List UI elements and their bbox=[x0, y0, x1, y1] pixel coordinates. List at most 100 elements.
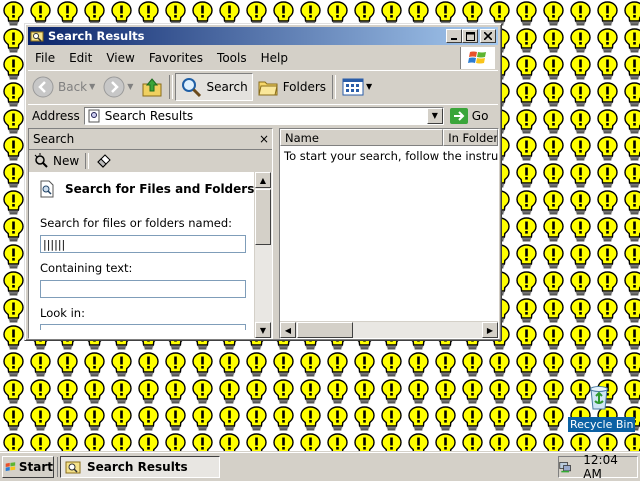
forward-button[interactable]: ▼ bbox=[99, 73, 137, 101]
search-label: Search bbox=[206, 79, 248, 94]
address-label: Address bbox=[32, 108, 80, 123]
start-label: Start bbox=[18, 460, 53, 474]
folders-label: Folders bbox=[282, 79, 327, 94]
named-label: Search for files or folders named: bbox=[40, 216, 233, 230]
minimize-button[interactable] bbox=[446, 29, 462, 43]
search-button[interactable]: Search bbox=[175, 72, 253, 101]
containing-text-label: Containing text: bbox=[40, 261, 133, 275]
back-label: Back bbox=[58, 79, 88, 94]
clock[interactable]: 12:04 AM bbox=[583, 453, 627, 481]
network-icon[interactable] bbox=[559, 459, 571, 475]
results-scrollbar[interactable]: ◀ ▶ bbox=[280, 321, 498, 338]
menu-file[interactable]: File bbox=[28, 51, 62, 65]
h-scroll-thumb[interactable] bbox=[297, 322, 353, 338]
views-icon bbox=[342, 78, 364, 95]
new-search-button[interactable]: New bbox=[33, 153, 79, 169]
search-folder-icon bbox=[30, 31, 44, 42]
chevron-up-icon: ▲ bbox=[259, 175, 267, 185]
go-arrow-icon bbox=[449, 107, 468, 124]
look-in-label: Look in: bbox=[40, 306, 85, 320]
recycle-bin[interactable]: Recycle Bin bbox=[568, 380, 636, 432]
look-in-select[interactable] bbox=[40, 324, 246, 330]
system-tray: 12:04 AM bbox=[558, 453, 638, 481]
forward-dropdown-icon[interactable]: ▼ bbox=[127, 82, 133, 91]
close-icon bbox=[484, 32, 492, 40]
taskbar: Start Search Results 12:04 AM bbox=[0, 452, 640, 481]
chevron-right-icon: ▶ bbox=[486, 325, 494, 335]
chevron-left-icon: ◀ bbox=[284, 325, 292, 335]
recycle-bin-icon bbox=[590, 386, 608, 410]
search-folder-icon bbox=[65, 461, 81, 474]
eraser-icon bbox=[97, 153, 111, 168]
taskbar-search-results[interactable]: Search Results bbox=[60, 456, 220, 478]
recycle-bin-label: Recycle Bin bbox=[568, 417, 636, 432]
scroll-left-button[interactable]: ◀ bbox=[280, 322, 296, 338]
search-pane: Search × New Search for Files and Folder… bbox=[28, 128, 273, 339]
back-dropdown-icon[interactable]: ▼ bbox=[89, 82, 95, 91]
window-title: Search Results bbox=[48, 29, 145, 43]
maximize-button[interactable] bbox=[462, 29, 478, 43]
results-pane: Name In Folder To start your search, fol… bbox=[279, 128, 499, 339]
scroll-down-button[interactable]: ▼ bbox=[255, 322, 271, 338]
close-pane-icon[interactable]: × bbox=[256, 132, 272, 146]
address-dropdown-button[interactable]: ▼ bbox=[426, 107, 443, 124]
toolbar-separator bbox=[85, 153, 90, 169]
containing-text-input[interactable] bbox=[40, 280, 246, 298]
search-options-button[interactable] bbox=[95, 152, 113, 171]
taskbar-task-label: Search Results bbox=[87, 460, 188, 474]
menu-edit[interactable]: Edit bbox=[62, 51, 99, 65]
scroll-up-button[interactable]: ▲ bbox=[255, 172, 271, 188]
back-arrow-icon bbox=[32, 76, 54, 97]
forward-arrow-icon bbox=[103, 76, 125, 97]
folders-button[interactable]: Folders bbox=[253, 73, 330, 101]
address-bar: Address Search Results ▼ Go bbox=[28, 104, 498, 126]
search-heading-text: Search for Files and Folders bbox=[65, 182, 255, 196]
up-button[interactable] bbox=[137, 73, 167, 101]
toolbar: Back ▼ ▼ Search Folders ▼ bbox=[28, 70, 498, 102]
views-dropdown-icon[interactable]: ▼ bbox=[366, 82, 372, 91]
chevron-down-icon: ▼ bbox=[431, 111, 438, 120]
start-button[interactable]: Start bbox=[2, 456, 54, 478]
new-label: New bbox=[53, 154, 80, 168]
go-button[interactable]: Go bbox=[449, 107, 489, 124]
column-header-in-folder[interactable]: In Folder bbox=[443, 129, 498, 146]
close-button[interactable] bbox=[480, 29, 496, 43]
search-form-heading: Search for Files and Folders bbox=[39, 180, 255, 198]
maximize-icon bbox=[465, 31, 475, 41]
menu-favorites[interactable]: Favorites bbox=[142, 51, 210, 65]
menu-bar: File Edit View Favorites Tools Help bbox=[28, 47, 498, 69]
toolbar-separator bbox=[332, 74, 337, 99]
go-label: Go bbox=[471, 108, 489, 123]
search-results-icon bbox=[88, 109, 100, 122]
menu-tools[interactable]: Tools bbox=[210, 51, 254, 65]
file-name-input[interactable]: |||||| bbox=[40, 235, 246, 253]
back-button[interactable]: Back ▼ bbox=[28, 73, 99, 101]
folders-icon bbox=[258, 81, 278, 95]
address-field[interactable]: Search Results ▼ bbox=[83, 106, 444, 125]
search-pane-header: Search × bbox=[29, 129, 272, 150]
file-name-value: |||||| bbox=[43, 237, 66, 251]
title-bar[interactable]: Search Results bbox=[28, 27, 498, 45]
windows-flag-icon bbox=[5, 462, 16, 472]
search-pane-title: Search bbox=[33, 132, 75, 146]
new-search-icon bbox=[34, 153, 48, 168]
menu-help[interactable]: Help bbox=[254, 51, 295, 65]
address-value: Search Results bbox=[104, 108, 194, 123]
search-icon bbox=[182, 77, 202, 97]
scroll-right-button[interactable]: ▶ bbox=[482, 322, 498, 338]
scroll-thumb[interactable] bbox=[255, 189, 271, 245]
windows-flag-icon bbox=[468, 51, 486, 64]
views-button[interactable]: ▼ bbox=[338, 73, 376, 101]
windows-logo bbox=[460, 47, 495, 69]
find-files-icon bbox=[40, 180, 54, 198]
menu-view[interactable]: View bbox=[99, 51, 141, 65]
search-pane-scrollbar[interactable]: ▲ ▼ bbox=[254, 172, 272, 338]
results-header: Name In Folder bbox=[280, 129, 498, 146]
search-form: Search for Files and Folders Search for … bbox=[29, 172, 255, 338]
chevron-down-icon: ▼ bbox=[259, 325, 267, 335]
column-header-name[interactable]: Name bbox=[280, 129, 444, 146]
folder-up-icon bbox=[142, 77, 162, 96]
search-results-window: Search Results File Edit View Favorites … bbox=[24, 23, 502, 341]
search-pane-toolbar: New bbox=[29, 150, 272, 173]
results-message: To start your search, follow the instruc… bbox=[284, 149, 499, 163]
